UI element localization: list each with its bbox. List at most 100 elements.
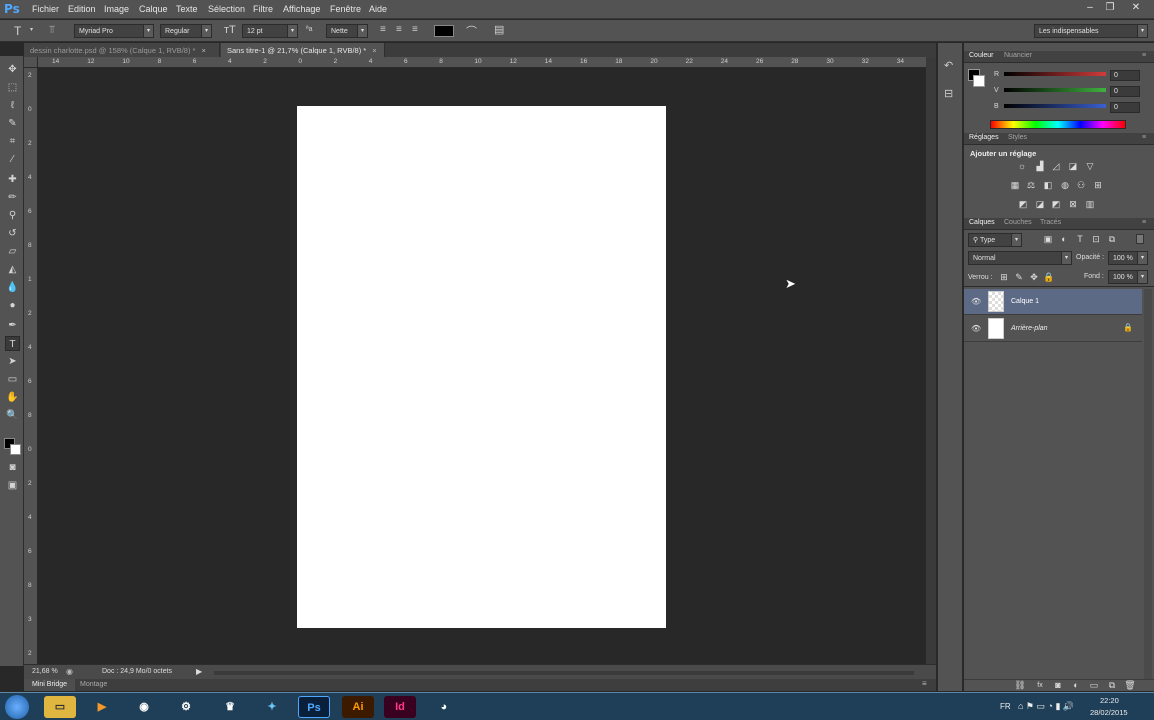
lock-transparency-icon[interactable]: ⊞ [998, 272, 1010, 283]
chevron-down-icon[interactable]: ▾ [30, 26, 33, 33]
dodge-tool-icon[interactable]: ● [5, 298, 20, 313]
zoom-level[interactable]: 21,68 % [32, 668, 58, 675]
channel-mixer-icon[interactable]: ⚇ [1075, 180, 1087, 191]
menu-selection[interactable]: Sélection [208, 4, 245, 14]
character-panel-icon[interactable]: ▤ [494, 23, 504, 36]
quick-select-tool-icon[interactable]: ✎ [5, 116, 20, 131]
color-lookup-icon[interactable]: ⊞ [1092, 180, 1104, 191]
eyedropper-tool-icon[interactable]: ⁄ [5, 152, 20, 167]
menu-fichier[interactable]: Fichier [32, 4, 59, 14]
layer-name[interactable]: Calque 1 [1011, 298, 1039, 305]
language-indicator[interactable]: FR [1000, 702, 1011, 711]
new-adjustment-icon[interactable]: ◐ [1070, 680, 1082, 691]
path-select-tool-icon[interactable]: ➤ [5, 354, 20, 369]
layer-filter-select[interactable]: ⚲ Type ▾ [968, 233, 1022, 247]
menu-affichage[interactable]: Affichage [283, 4, 320, 14]
channel-b-value[interactable]: 0 [1110, 102, 1140, 113]
tab-styles[interactable]: Styles [1008, 134, 1027, 141]
menu-calque[interactable]: Calque [139, 4, 168, 14]
healing-brush-tool-icon[interactable]: ✚ [5, 172, 20, 187]
type-tool-icon[interactable]: T [5, 336, 20, 351]
vertical-scrollbar[interactable] [926, 57, 936, 664]
game-app-icon[interactable]: ♛ [214, 696, 246, 718]
lock-position-icon[interactable]: ✥ [1028, 272, 1040, 283]
text-color-swatch[interactable] [434, 25, 454, 37]
new-layer-icon[interactable]: ⧉ [1106, 680, 1118, 691]
tray-icons[interactable]: ⌂ ⚑ ▭ ◔ ▮ 🔊 [1018, 701, 1074, 712]
menu-aide[interactable]: Aide [369, 4, 387, 14]
font-size-select[interactable]: 12 pt ▾ [242, 24, 298, 38]
gradient-map-icon[interactable]: ▥ [1084, 199, 1096, 210]
explorer-icon[interactable]: ▭ [44, 696, 76, 718]
panel-menu-icon[interactable]: ≡ [1142, 134, 1146, 141]
properties-panel-icon[interactable]: ⊟ [944, 87, 953, 100]
minimize-icon[interactable]: – [1082, 2, 1098, 13]
filter-toggle[interactable] [1136, 234, 1144, 244]
channel-b-slider[interactable] [1004, 104, 1106, 108]
tab-couleur[interactable]: Couleur [969, 52, 994, 59]
app-icon[interactable]: ✦ [256, 696, 288, 718]
proof-icon[interactable]: ◉ [66, 667, 73, 676]
clone-stamp-tool-icon[interactable]: ⚲ [5, 208, 20, 223]
fx-icon[interactable]: fx [1034, 680, 1046, 691]
fill-input[interactable]: 100 % ▾ [1108, 270, 1148, 284]
antialias-select[interactable]: Nette ▾ [326, 24, 368, 38]
steam-icon[interactable]: ⚙ [170, 696, 202, 718]
tab-couches[interactable]: Couches [1004, 219, 1032, 226]
status-menu-arrow-icon[interactable]: ▶ [196, 667, 202, 676]
layers-scrollbar[interactable] [1144, 289, 1152, 679]
new-group-icon[interactable]: ▭ [1088, 680, 1100, 691]
screen-mode-icon[interactable]: ▣ [5, 478, 20, 493]
menu-fenetre[interactable]: Fenêtre [330, 4, 361, 14]
channel-v-slider[interactable] [1004, 88, 1106, 92]
background-color-swatch[interactable] [973, 75, 985, 87]
lock-all-icon[interactable]: 🔒 [1043, 272, 1055, 283]
gradient-tool-icon[interactable]: ◭ [5, 262, 20, 277]
exposure-icon[interactable]: ◪ [1067, 161, 1079, 172]
brightness-icon[interactable]: ☼ [1016, 161, 1028, 172]
menu-filtre[interactable]: Filtre [253, 4, 273, 14]
panel-menu-icon[interactable]: ≡ [1142, 52, 1146, 59]
tab-traces[interactable]: Tracés [1040, 219, 1061, 226]
visibility-eye-icon[interactable]: 👁 [971, 297, 981, 306]
layer-row-calque-1[interactable]: 👁 Calque 1 [964, 289, 1142, 315]
chrome-icon[interactable]: ◉ [128, 696, 160, 718]
brush-tool-icon[interactable]: ✏ [5, 190, 20, 205]
hand-tool-icon[interactable]: ✋ [5, 390, 20, 405]
menu-edition[interactable]: Edition [68, 4, 96, 14]
color-balance-icon[interactable]: ⚖ [1025, 180, 1037, 191]
add-mask-icon[interactable]: ◙ [1052, 680, 1064, 691]
history-panel-icon[interactable]: ↶ [944, 59, 953, 72]
tab-nuancier[interactable]: Nuancier [1004, 52, 1032, 59]
filter-adjust-icon[interactable]: ◐ [1058, 234, 1070, 245]
opacity-input[interactable]: 100 % ▾ [1108, 251, 1148, 265]
black-white-icon[interactable]: ◧ [1042, 180, 1054, 191]
workspace-select[interactable]: Les indispensables ▾ [1034, 24, 1148, 38]
threshold-icon[interactable]: ◩ [1050, 199, 1062, 210]
tab-sans-titre[interactable]: Sans titre-1 @ 21,7% (Calque 1, RVB/8) *… [221, 43, 385, 57]
menu-texte[interactable]: Texte [176, 4, 198, 14]
type-tool-icon[interactable]: T [14, 24, 21, 38]
restore-icon[interactable]: ❐ [1102, 2, 1118, 13]
channel-r-value[interactable]: 0 [1110, 70, 1140, 81]
font-family-select[interactable]: Myriad Pro ▾ [74, 24, 154, 38]
photo-filter-icon[interactable]: ◍ [1059, 180, 1071, 191]
lasso-tool-icon[interactable]: ℓ [5, 98, 20, 113]
selective-color-icon[interactable]: ⊠ [1067, 199, 1079, 210]
pen-tool-icon[interactable]: ✒ [5, 318, 20, 333]
illustrator-taskbar-icon[interactable]: Ai [342, 696, 374, 718]
blur-tool-icon[interactable]: 💧 [5, 280, 20, 295]
panel-menu-icon[interactable]: ≡ [1142, 219, 1146, 226]
obs-icon[interactable]: ◕ [428, 696, 460, 718]
warp-text-icon[interactable]: ⌒ [466, 23, 477, 39]
visibility-eye-icon[interactable]: 👁 [971, 324, 981, 333]
vibrance-icon[interactable]: ▽ [1084, 161, 1096, 172]
media-player-icon[interactable]: ▶ [86, 696, 118, 718]
close-icon[interactable]: × [372, 46, 376, 55]
tab-dessin-charlotte[interactable]: dessin charlotte.psd @ 158% (Calque 1, R… [24, 43, 220, 57]
invert-icon[interactable]: ◩ [1017, 199, 1029, 210]
orientation-toggle-icon[interactable]: ⫪ [49, 24, 55, 37]
tab-mini-bridge[interactable]: Mini Bridge [24, 679, 76, 691]
tab-montage[interactable]: Montage [80, 681, 107, 688]
close-icon[interactable]: ✕ [1128, 2, 1144, 13]
